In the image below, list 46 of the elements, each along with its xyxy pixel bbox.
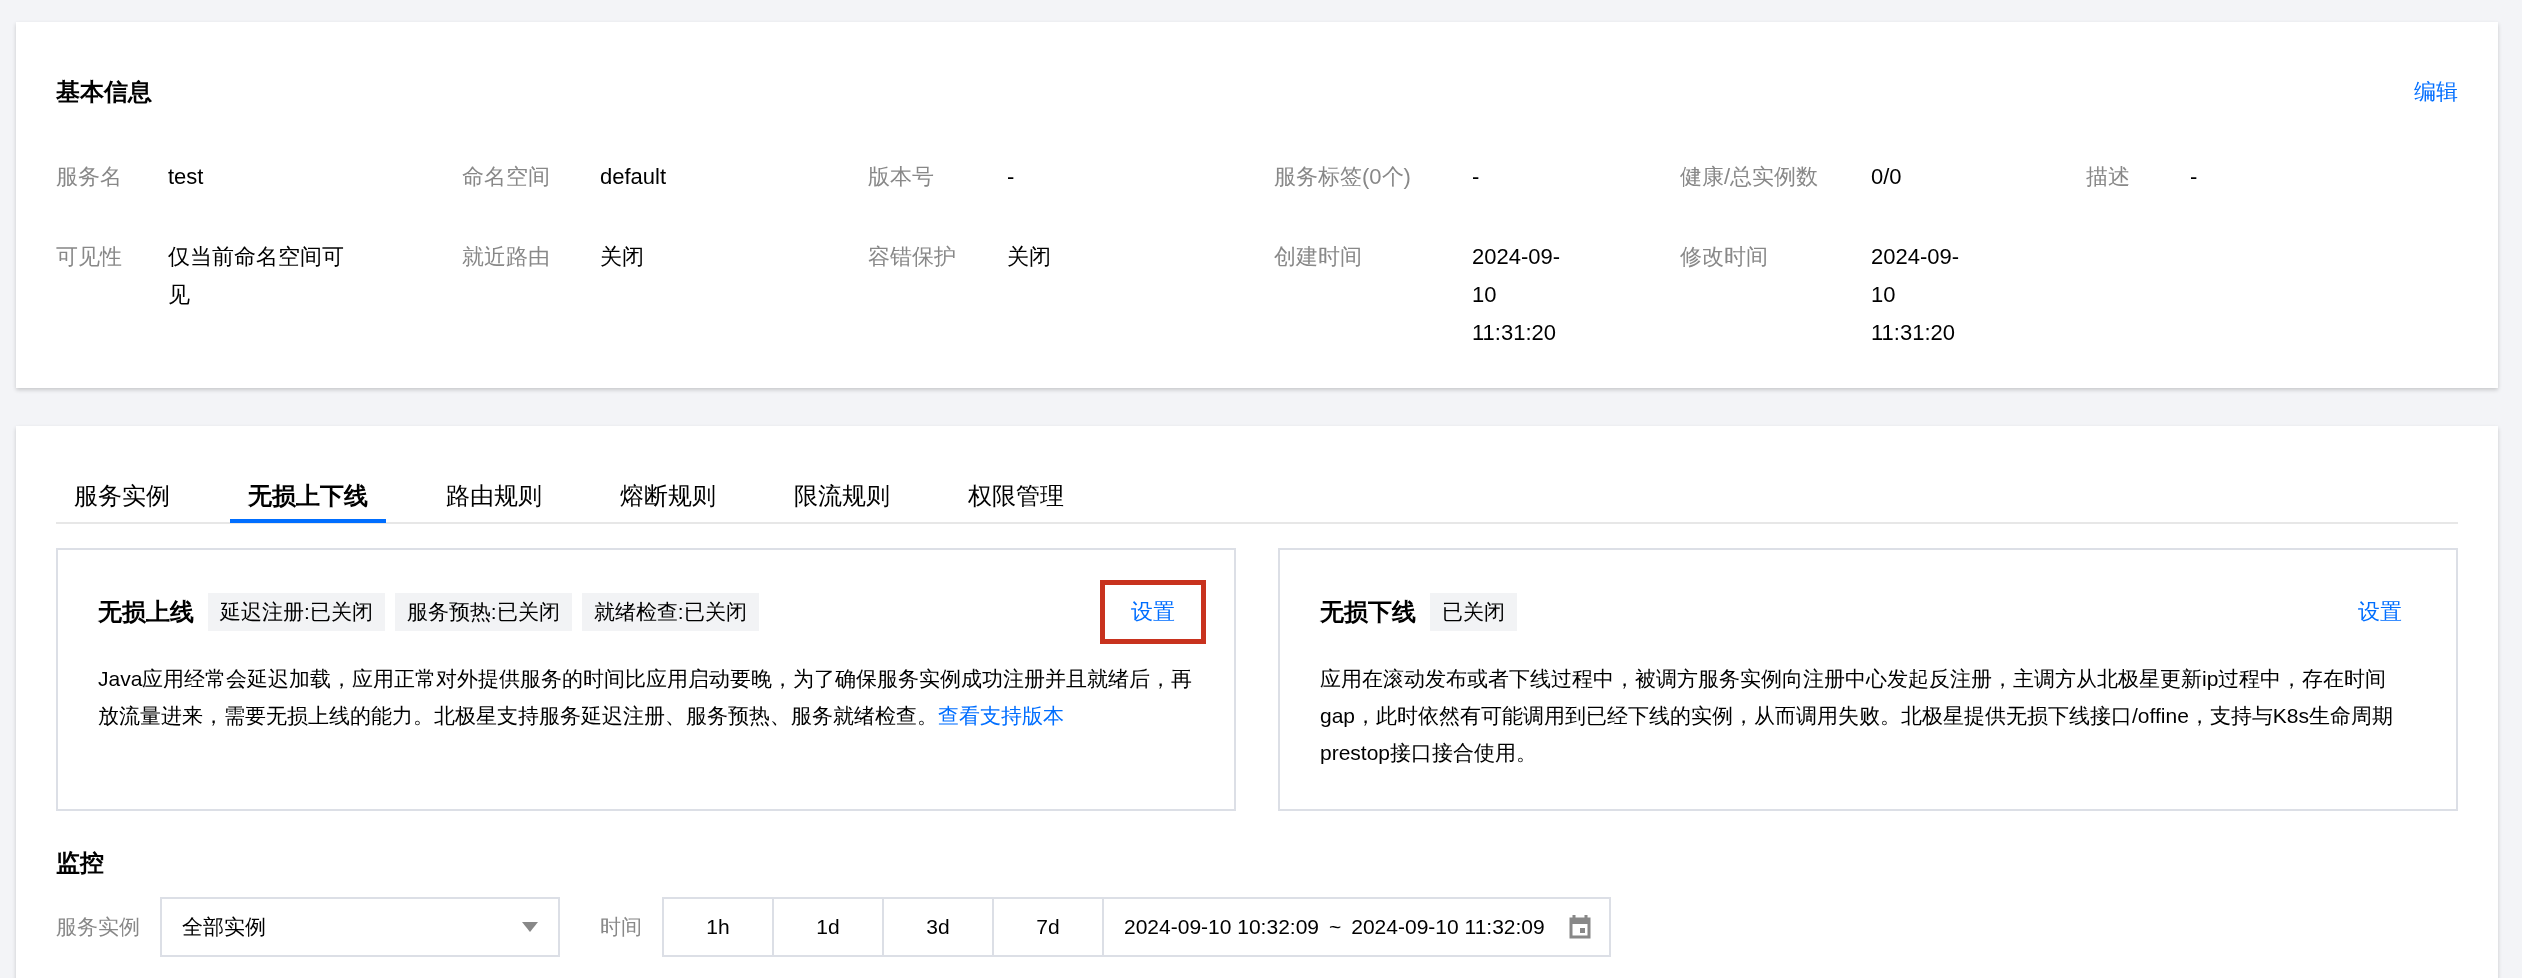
field-label: 容错保护 — [868, 243, 957, 271]
field-value: 0/0 — [1871, 163, 1902, 191]
field-value: 2024-09-10 11:31:20 — [1871, 243, 1961, 347]
field-label: 修改时间 — [1680, 243, 1769, 271]
field-label: 服务名 — [56, 163, 123, 191]
field-value: default — [600, 163, 667, 191]
dropdown-caret-icon — [522, 922, 538, 932]
panel-description: Java应用经常会延迟加载，应用正常对外提供服务的时间比应用启动要晚，为了确保服务实例成功注册并且就绪后，再放流量进来，需要无损上线的能力。北极星支持服务延迟注册、服务预热、服务就绪检查。查看支持版本 — [98, 666, 1194, 729]
field-label: 健康/总实例数 — [1680, 163, 1820, 191]
instance-select[interactable]: 全部实例 — [160, 897, 560, 957]
tab[interactable]: 权限管理 — [950, 473, 1082, 523]
tab[interactable]: 限流规则 — [776, 473, 908, 523]
field-label: 服务标签(0个) — [1274, 163, 1412, 191]
field-label: 服务实例 — [56, 914, 140, 940]
settings-link[interactable]: 设置 — [2332, 580, 2428, 644]
status-tag: 延迟注册:已关闭 — [208, 593, 385, 631]
section-title: 监控 — [56, 848, 105, 878]
field-value: - — [1007, 163, 1015, 191]
field-value: 2024-09-10 11:31:20 — [1472, 243, 1562, 347]
edit-link[interactable]: 编辑 — [2414, 77, 2458, 107]
field-value: - — [2190, 163, 2198, 191]
status-tag: 就绪检查:已关闭 — [581, 593, 759, 631]
tab[interactable]: 服务实例 — [56, 473, 188, 523]
panel-description: 应用在滚动发布或者下线过程中，被调方服务实例向注册中心发起反注册，主调方从北极星更新ip过程中，存在时间gap，此时依然有可能调用到已经下线的实例，从而调用失败。北极星提供无损下线接口/offine，支持与K8s生命周期prestop接口接合使用。 — [1320, 666, 2395, 766]
field-value: 仅当前命名空间可见 — [168, 243, 345, 309]
panel-title: 无损上线 — [98, 597, 194, 627]
field-label: 就近路由 — [462, 243, 551, 271]
tab[interactable]: 路由规则 — [428, 473, 560, 523]
field-label: 命名空间 — [462, 163, 551, 191]
field-value: 关闭 — [600, 243, 644, 271]
field-label: 可见性 — [56, 243, 123, 271]
status-tag: 服务预热:已关闭 — [394, 593, 572, 631]
panel-title: 无损下线 — [1320, 597, 1416, 627]
field-value: - — [1472, 163, 1480, 191]
field-value: 关闭 — [1007, 243, 1051, 271]
field-label: 创建时间 — [1274, 243, 1363, 271]
version-link[interactable]: 查看支持版本 — [938, 704, 1064, 727]
section-title: 基本信息 — [56, 77, 152, 107]
settings-link[interactable]: 设置 — [1100, 580, 1206, 644]
tab[interactable]: 无损上下线 — [230, 473, 386, 523]
field-value: test — [168, 163, 204, 191]
status-tag: 已关闭 — [1430, 593, 1517, 631]
tab[interactable]: 熔断规则 — [602, 473, 734, 523]
field-label: 时间 — [600, 914, 642, 940]
field-label: 描述 — [2086, 163, 2131, 191]
field-label: 版本号 — [868, 163, 935, 191]
